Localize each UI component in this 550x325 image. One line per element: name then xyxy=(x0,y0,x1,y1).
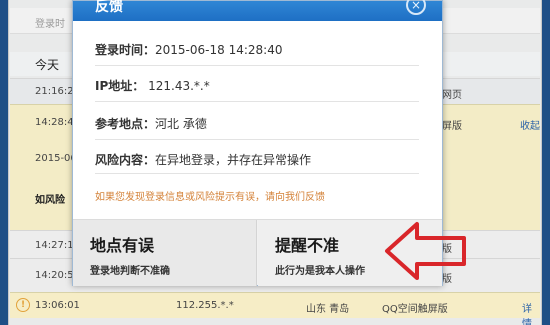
location-wrong-title: 地点有误 xyxy=(90,236,155,255)
warning-icon: ! xyxy=(16,298,30,312)
row-time: 14:27:1 xyxy=(35,240,74,251)
row-app: QQ空间触屏版 xyxy=(382,304,448,315)
row-time: 13:06:01 xyxy=(35,300,80,311)
login-time-value: 2015-06-18 14:28:40 xyxy=(155,43,283,57)
divider xyxy=(95,65,419,66)
location-value: 河北 承德 xyxy=(155,117,207,131)
login-time-label: 登录时间： xyxy=(95,43,156,57)
divider xyxy=(95,139,419,140)
location-wrong-desc: 登录地判断不准确 xyxy=(90,266,170,277)
row-app: 网页 xyxy=(442,90,462,101)
location-wrong-button[interactable]: 地点有误 登录地判断不准确 xyxy=(73,220,257,286)
alert-wrong-title: 提醒不准 xyxy=(275,236,340,255)
row-location: 山东 青岛 xyxy=(306,304,350,315)
ip-label: IP地址： xyxy=(95,79,145,93)
today-label: 今天 xyxy=(35,58,60,72)
header-label: 登录时 xyxy=(35,19,65,30)
row-risk: 如风险 xyxy=(35,195,65,206)
detail-link[interactable]: 详情 xyxy=(522,300,540,325)
row-time: 21:16:2 xyxy=(35,86,74,97)
login-time-row: 登录时间：2015-06-18 14:28:40 xyxy=(95,41,282,58)
row-date: 2015-06 xyxy=(35,153,77,164)
dialog-title: 反馈 xyxy=(95,0,123,15)
divider xyxy=(95,173,419,174)
row-time: 14:28:4 xyxy=(35,117,74,128)
alert-wrong-desc: 此行为是我本人操作 xyxy=(275,266,365,277)
red-arrow-icon xyxy=(385,222,466,280)
row-app: 屏版 xyxy=(442,121,462,132)
risk-label: 风险内容： xyxy=(95,153,156,167)
ip-value: 121.43.*.* xyxy=(148,79,210,93)
row-time: 14:20:5 xyxy=(35,270,74,281)
close-icon[interactable]: × xyxy=(406,0,426,15)
ip-row: IP地址： 121.43.*.* xyxy=(95,77,210,94)
collapse-link[interactable]: 收起 xyxy=(520,117,540,132)
risk-value: 在异地登录，并存在异常操作 xyxy=(155,153,312,167)
feedback-notice: 如果您发现登录信息或风险提示有误，请向我们反馈 xyxy=(95,192,325,203)
risk-row: 风险内容：在异地登录，并存在异常操作 xyxy=(95,151,311,168)
location-label: 参考地点： xyxy=(95,117,156,131)
dialog-title-bar: 反馈 × xyxy=(73,0,442,21)
location-row: 参考地点：河北 承德 xyxy=(95,115,207,132)
row-ip: 112.255.*.* xyxy=(176,300,234,311)
divider xyxy=(95,101,419,102)
table-row-warning: ! 13:06:01 112.255.*.* 山东 青岛 QQ空间触屏版 详情 xyxy=(10,292,540,325)
